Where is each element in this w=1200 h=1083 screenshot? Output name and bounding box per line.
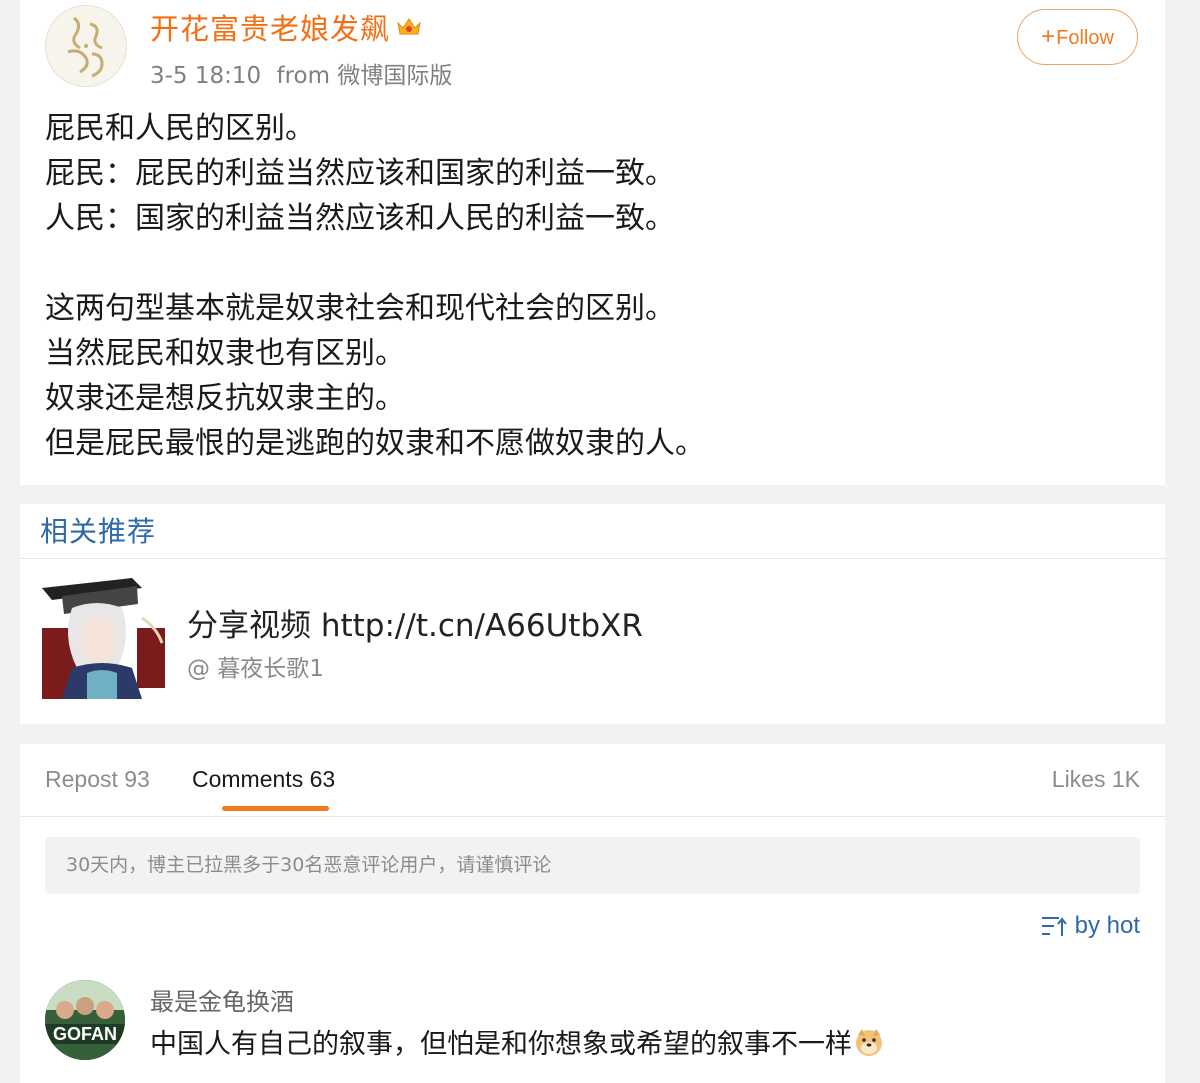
post-meta: 3-5 18:10 from 微博国际版 — [150, 56, 452, 90]
author-name[interactable]: 开花富贵老娘发飙 — [150, 6, 422, 48]
post-line: 屁民和人民的区别。 — [45, 111, 315, 146]
sort-icon — [1041, 917, 1067, 936]
post-line: 但是屁民最恨的是逃跑的奴隶和不愿做奴隶的人。 — [45, 426, 705, 461]
post-line: 人民：国家的利益当然应该和人民的利益一致。 — [45, 201, 675, 236]
commenter-avatar[interactable]: GOFAN — [45, 980, 125, 1060]
related-video-author[interactable]: @ 暮夜长歌1 — [187, 649, 324, 683]
post-line: 奴隶还是想反抗奴隶主的。 — [45, 381, 405, 416]
post-line: 这两句型基本就是奴隶社会和现代社会的区别。 — [45, 291, 675, 326]
tab-likes[interactable]: Likes 1K — [1052, 766, 1140, 793]
sort-by-hot-button[interactable]: by hot — [1041, 912, 1140, 940]
sort-label: by hot — [1074, 912, 1140, 939]
vip-crown-icon — [397, 18, 421, 35]
post-line: 屁民：屁民的利益当然应该和国家的利益一致。 — [45, 156, 675, 191]
comment-text: 中国人有自己的叙事，但怕是和你想象或希望的叙事不一样 — [150, 1022, 884, 1061]
fan-group-avatar-icon: GOFAN — [45, 980, 125, 1060]
follow-button[interactable]: +Follow — [1017, 9, 1138, 65]
post-line-blank — [45, 241, 1145, 286]
divider — [20, 558, 1165, 559]
svg-text:GOFAN: GOFAN — [53, 1024, 117, 1044]
comments-card: Repost 93 Comments 63 Likes 1K 30天内，博主已拉… — [20, 744, 1165, 1083]
post-line: 当然屁民和奴隶也有区别。 — [45, 336, 405, 371]
post-timestamp: 3-5 18:10 — [150, 63, 262, 89]
tab-repost[interactable]: Repost 93 — [45, 766, 150, 793]
author-avatar[interactable] — [45, 5, 127, 87]
related-card: 相关推荐 分享视频 http://t.cn/A66UtbXR @ 暮夜长歌1 — [20, 504, 1165, 724]
author-name-text[interactable]: 开花富贵老娘发飙 — [150, 12, 390, 46]
related-section-title: 相关推荐 — [40, 515, 157, 548]
post-source: from 微博国际版 — [276, 63, 453, 89]
plus-icon: + — [1041, 23, 1056, 50]
calligraphy-avatar-icon — [46, 6, 126, 86]
commenter-name[interactable]: 最是金龟换酒 — [150, 982, 294, 1017]
post-body: 屁民和人民的区别。 屁民：屁民的利益当然应该和国家的利益一致。 人民：国家的利益… — [45, 106, 1145, 466]
related-video-thumbnail[interactable] — [42, 578, 165, 699]
post-card: 开花富贵老娘发飙 3-5 18:10 from 微博国际版 +Follow 屁民… — [20, 0, 1165, 485]
doge-emoji-icon — [856, 1029, 882, 1056]
active-tab-indicator — [222, 806, 329, 811]
related-video-title[interactable]: 分享视频 http://t.cn/A66UtbXR — [187, 600, 643, 645]
comment-text-content: 中国人有自己的叙事，但怕是和你想象或希望的叙事不一样 — [150, 1029, 852, 1060]
follow-label: Follow — [1056, 27, 1114, 49]
tab-comments[interactable]: Comments 63 — [192, 766, 335, 793]
divider — [20, 816, 1165, 817]
comment-notice: 30天内，博主已拉黑多于30名恶意评论用户，请谨慎评论 — [45, 837, 1140, 894]
illustrated-character-thumbnail — [42, 578, 165, 699]
